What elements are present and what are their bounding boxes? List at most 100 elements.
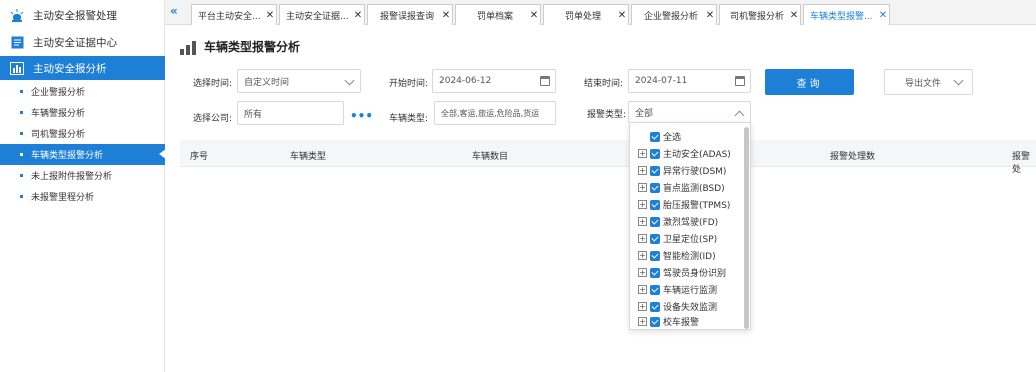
chevron-down-icon <box>344 75 355 86</box>
tab-ticket-archive[interactable]: 罚单档案 ✕ <box>455 4 541 25</box>
calendar-icon <box>735 76 745 86</box>
tab-ticket-processing[interactable]: 罚单处理 ✕ <box>543 4 629 25</box>
sidebar-item-unreported-attachment[interactable]: 未上报附件报警分析 <box>0 165 165 186</box>
sidebar-item-alarm-analysis[interactable]: 主动安全报分析 <box>0 56 165 80</box>
start-time-input[interactable]: 2024-06-12 <box>432 69 556 93</box>
page-title-text: 车辆类型报警分析 <box>204 40 301 54</box>
page-title: 车辆类型报警分析 <box>180 38 300 55</box>
company-input[interactable]: 所有 <box>237 101 344 125</box>
alarm-type-value: 全部 <box>635 108 654 119</box>
checkbox-checked-icon[interactable] <box>650 316 660 327</box>
tree-item-label: 全选 <box>663 133 682 143</box>
tree-item-tpms[interactable]: + 胎压报警(TPMS) <box>638 196 730 213</box>
end-time-input[interactable]: 2024-07-11 <box>628 69 751 93</box>
expand-plus-icon[interactable]: + <box>638 217 647 226</box>
export-file-dropdown[interactable]: 导出文件 <box>884 69 973 95</box>
sidebar-item-label: 企业警报分析 <box>31 88 86 98</box>
expand-plus-icon[interactable]: + <box>638 234 647 243</box>
tab-label: 主动安全证据... <box>286 11 349 22</box>
checkbox-checked-icon[interactable] <box>650 182 660 193</box>
select-company-label: 选择公司: <box>193 114 233 124</box>
close-icon[interactable]: ✕ <box>788 10 800 21</box>
expand-plus-icon[interactable]: + <box>638 183 647 192</box>
tab-driver-alarm[interactable]: 司机警报分析 ✕ <box>719 4 801 25</box>
expand-plus-icon[interactable]: + <box>638 268 647 277</box>
chevron-up-icon <box>734 110 745 121</box>
bar-chart-icon <box>180 41 198 55</box>
expand-plus-icon[interactable]: + <box>638 285 647 294</box>
sidebar-item-alarm-handling[interactable]: 主动安全报警处理 <box>0 2 165 29</box>
checkbox-checked-icon[interactable] <box>650 250 660 261</box>
tree-item-select-all[interactable]: 全选 <box>650 128 681 145</box>
sidebar-item-no-alarm-mileage[interactable]: 未报警里程分析 <box>0 186 165 207</box>
tab-evidence[interactable]: 主动安全证据... ✕ <box>279 4 365 25</box>
expand-plus-icon[interactable]: + <box>638 166 647 175</box>
sidebar-item-company-alarm[interactable]: 企业警报分析 <box>0 81 165 102</box>
tree-item-label: 驾驶员身份识别 <box>663 269 727 279</box>
sidebar-item-label: 未报警里程分析 <box>31 193 95 203</box>
alarm-type-dropdown[interactable]: 全部 <box>628 101 751 123</box>
expand-plus-icon[interactable]: + <box>638 200 647 209</box>
sidebar-item-vehicle-type-alarm[interactable]: 车辆类型报警分析 <box>0 144 166 165</box>
tab-bar: « 平台主动安全... ✕ 主动安全证据... ✕ 报警误报查询 ✕ 罚单档案 ✕ 罚单… <box>165 0 1036 25</box>
table-header: 序号 车辆类型 车辆数目 报警处理数 报警处 <box>180 140 1036 175</box>
checkbox-checked-icon[interactable] <box>650 267 660 278</box>
tab-false-alarm[interactable]: 报警误报查询 ✕ <box>367 4 453 25</box>
bullet-icon <box>20 132 23 135</box>
tab-label: 报警误报查询 <box>379 11 434 22</box>
tree-item-dsm[interactable]: + 异常行驶(DSM) <box>638 162 726 179</box>
tree-item-driver-id[interactable]: + 驾驶员身份识别 <box>638 264 726 281</box>
checkbox-checked-icon[interactable] <box>650 233 660 244</box>
sidebar-item-driver-alarm[interactable]: 司机警报分析 <box>0 123 165 144</box>
vehicle-type-dropdown[interactable]: 全部,客运,旅运,危险品,货运 <box>434 101 556 125</box>
more-options-icon[interactable]: ••• <box>350 109 373 123</box>
end-time-value: 2024-07-11 <box>635 76 688 86</box>
close-icon[interactable]: ✕ <box>704 10 716 21</box>
tree-item-sp[interactable]: + 卫星定位(SP) <box>638 230 717 247</box>
checkbox-checked-icon[interactable] <box>650 301 660 312</box>
checkbox-checked-icon[interactable] <box>650 165 660 176</box>
close-icon[interactable]: ✕ <box>616 10 628 21</box>
start-time-value: 2024-06-12 <box>439 76 492 86</box>
close-icon[interactable]: ✕ <box>877 10 889 21</box>
chevron-down-icon <box>953 75 964 86</box>
tree-item-fd[interactable]: + 激烈驾驶(FD) <box>638 213 718 230</box>
checkbox-checked-icon[interactable] <box>650 284 660 295</box>
tab-label: 司机警报分析 <box>729 11 784 22</box>
tree-item-school-bus[interactable]: + 校车报警 <box>638 313 699 330</box>
tab-vehicle-type-alarm[interactable]: 车辆类型报警... ✕ <box>803 4 890 25</box>
close-icon[interactable]: ✕ <box>528 10 540 21</box>
checkbox-checked-icon[interactable] <box>650 216 660 227</box>
tab-platform-safety[interactable]: 平台主动安全... ✕ <box>191 4 277 25</box>
select-time-value: 自定义时间 <box>244 77 290 88</box>
checkbox-checked-icon[interactable] <box>650 131 660 142</box>
expand-plus-icon[interactable]: + <box>638 302 647 311</box>
checkbox-checked-icon[interactable] <box>650 199 660 210</box>
select-time-dropdown[interactable]: 自定义时间 <box>237 69 361 93</box>
tab-company-alarm[interactable]: 企业警报分析 ✕ <box>631 4 717 25</box>
dropdown-scrollbar[interactable] <box>744 127 749 329</box>
bullet-icon <box>20 153 23 156</box>
collapse-sidebar-icon[interactable]: « <box>170 4 178 18</box>
expand-plus-icon[interactable]: + <box>638 317 647 326</box>
tree-item-label: 校车报警 <box>663 318 700 328</box>
expand-plus-icon[interactable]: + <box>638 149 647 158</box>
tree-item-label: 车辆运行监测 <box>663 286 718 296</box>
document-icon <box>10 36 24 50</box>
query-button[interactable]: 查询 <box>765 69 854 95</box>
checkbox-checked-icon[interactable] <box>650 148 660 159</box>
column-header-vehicle-type: 车辆类型 <box>290 152 327 162</box>
expand-plus-icon[interactable]: + <box>638 251 647 260</box>
column-header-index: 序号 <box>190 152 209 162</box>
tree-item-vehicle-monitor[interactable]: + 车辆运行监测 <box>638 281 717 298</box>
tab-label: 企业警报分析 <box>643 11 698 22</box>
tree-item-bsd[interactable]: + 盲点监测(BSD) <box>638 179 725 196</box>
tree-item-adas[interactable]: + 主动安全(ADAS) <box>638 145 731 162</box>
sidebar-item-evidence-center[interactable]: 主动安全证据中心 <box>0 29 165 56</box>
tree-item-id[interactable]: + 智能检测(ID) <box>638 247 716 264</box>
close-icon[interactable]: ✕ <box>352 10 364 21</box>
vehicle-type-label: 车辆类型: <box>389 114 429 124</box>
sidebar-item-vehicle-alarm[interactable]: 车辆警报分析 <box>0 102 165 123</box>
close-icon[interactable]: ✕ <box>264 10 276 21</box>
close-icon[interactable]: ✕ <box>440 10 452 21</box>
